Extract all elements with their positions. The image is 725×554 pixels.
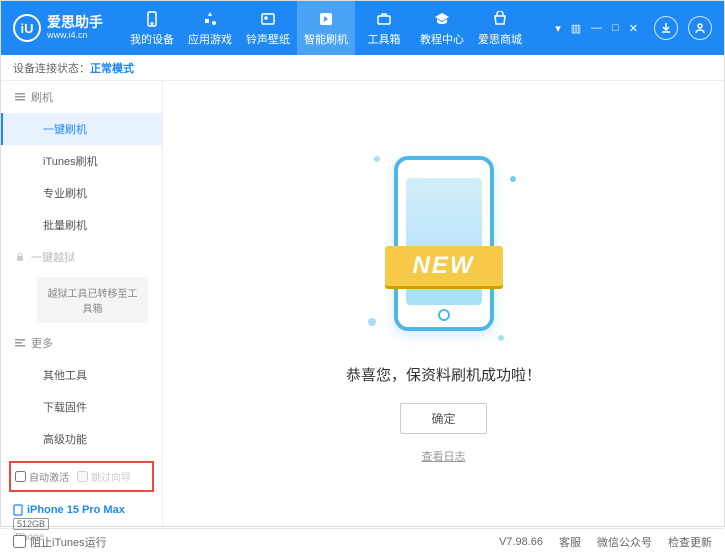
nav-label: 铃声壁纸 [246,31,290,47]
skip-wizard-checkbox[interactable]: 跳过向导 [77,469,131,484]
status-mode: 正常模式 [90,60,134,76]
lock-icon [15,252,25,262]
user-button[interactable] [688,16,712,40]
toolbox-icon [375,10,393,28]
footer-support[interactable]: 客服 [559,534,581,550]
nav-apps[interactable]: 应用游戏 [181,1,239,55]
window-controls: ▾ ▥ — □ ✕ [553,20,640,37]
main-nav: 我的设备 应用游戏 铃声壁纸 智能刷机 工具箱 教程中心 爱思商城 [123,1,553,55]
new-ribbon: NEW [385,246,503,286]
sidebar: 刷机 一键刷机 iTunes刷机 专业刷机 批量刷机 一键越狱 越狱工具已转移至… [1,81,163,528]
graduation-icon [433,10,451,28]
success-illustration: NEW [364,146,524,346]
success-message: 恭喜您，保资料刷机成功啦！ [346,364,541,385]
logo-url: www.i4.cn [47,31,103,41]
nav-my-device[interactable]: 我的设备 [123,1,181,55]
logo-icon: iU [13,14,41,42]
device-storage: 512GB [13,518,49,530]
jailbreak-moved-note[interactable]: 越狱工具已转移至工具箱 [37,277,148,323]
logo[interactable]: iU 爱思助手 www.i4.cn [13,14,103,42]
auto-activate-checkbox[interactable]: 自动激活 [15,469,69,484]
block-itunes-checkbox[interactable]: 阻止iTunes运行 [13,534,107,550]
nav-label: 工具箱 [368,31,401,47]
sidebar-item-batch-flash[interactable]: 批量刷机 [1,209,162,241]
minimize-icon[interactable]: — [589,20,604,37]
device-phone-icon [13,504,23,516]
sidebar-item-other-tools[interactable]: 其他工具 [1,359,162,391]
sidebar-section-flash[interactable]: 刷机 [1,81,162,113]
sidebar-item-advanced[interactable]: 高级功能 [1,423,162,455]
status-label: 设备连接状态： [13,60,90,76]
sidebar-item-pro-flash[interactable]: 专业刷机 [1,177,162,209]
main-content: NEW 恭喜您，保资料刷机成功啦！ 确定 查看日志 [163,81,724,528]
ok-button[interactable]: 确定 [400,403,486,434]
nav-label: 应用游戏 [188,31,232,47]
flash-icon [317,10,335,28]
image-icon [259,10,277,28]
nav-label: 我的设备 [130,31,174,47]
phone-icon [143,10,161,28]
nav-ringtones[interactable]: 铃声壁纸 [239,1,297,55]
maximize-icon[interactable]: □ [610,20,621,37]
footer-update[interactable]: 检查更新 [668,534,712,550]
nav-tutorials[interactable]: 教程中心 [413,1,471,55]
activation-options: 自动激活 跳过向导 [9,461,154,492]
app-header: iU 爱思助手 www.i4.cn 我的设备 应用游戏 铃声壁纸 智能刷机 工具… [1,1,724,55]
view-log-link[interactable]: 查看日志 [422,448,466,464]
download-button[interactable] [654,16,678,40]
close-icon[interactable]: ✕ [627,20,640,37]
shop-icon [491,10,509,28]
nav-toolbox[interactable]: 工具箱 [355,1,413,55]
menu-icon[interactable]: ▾ [553,20,563,37]
list-icon [15,92,25,102]
sidebar-section-jailbreak: 一键越狱 [1,241,162,273]
sidebar-item-download-firmware[interactable]: 下载固件 [1,391,162,423]
more-icon [15,338,25,348]
apps-icon [201,10,219,28]
sidebar-section-more[interactable]: 更多 [1,327,162,359]
device-name: iPhone 15 Pro Max [27,504,125,516]
nav-shop[interactable]: 爱思商城 [471,1,529,55]
nav-label: 爱思商城 [478,31,522,47]
nav-label: 教程中心 [420,31,464,47]
nav-label: 智能刷机 [304,31,348,47]
skin-icon[interactable]: ▥ [569,20,583,37]
nav-flash[interactable]: 智能刷机 [297,1,355,55]
status-bar: 设备连接状态： 正常模式 [1,55,724,81]
sidebar-item-itunes-flash[interactable]: iTunes刷机 [1,145,162,177]
version-label: V7.98.66 [499,536,543,548]
logo-title: 爱思助手 [47,15,103,30]
footer-wechat[interactable]: 微信公众号 [597,534,652,550]
sidebar-item-onekey-flash[interactable]: 一键刷机 [1,113,162,145]
